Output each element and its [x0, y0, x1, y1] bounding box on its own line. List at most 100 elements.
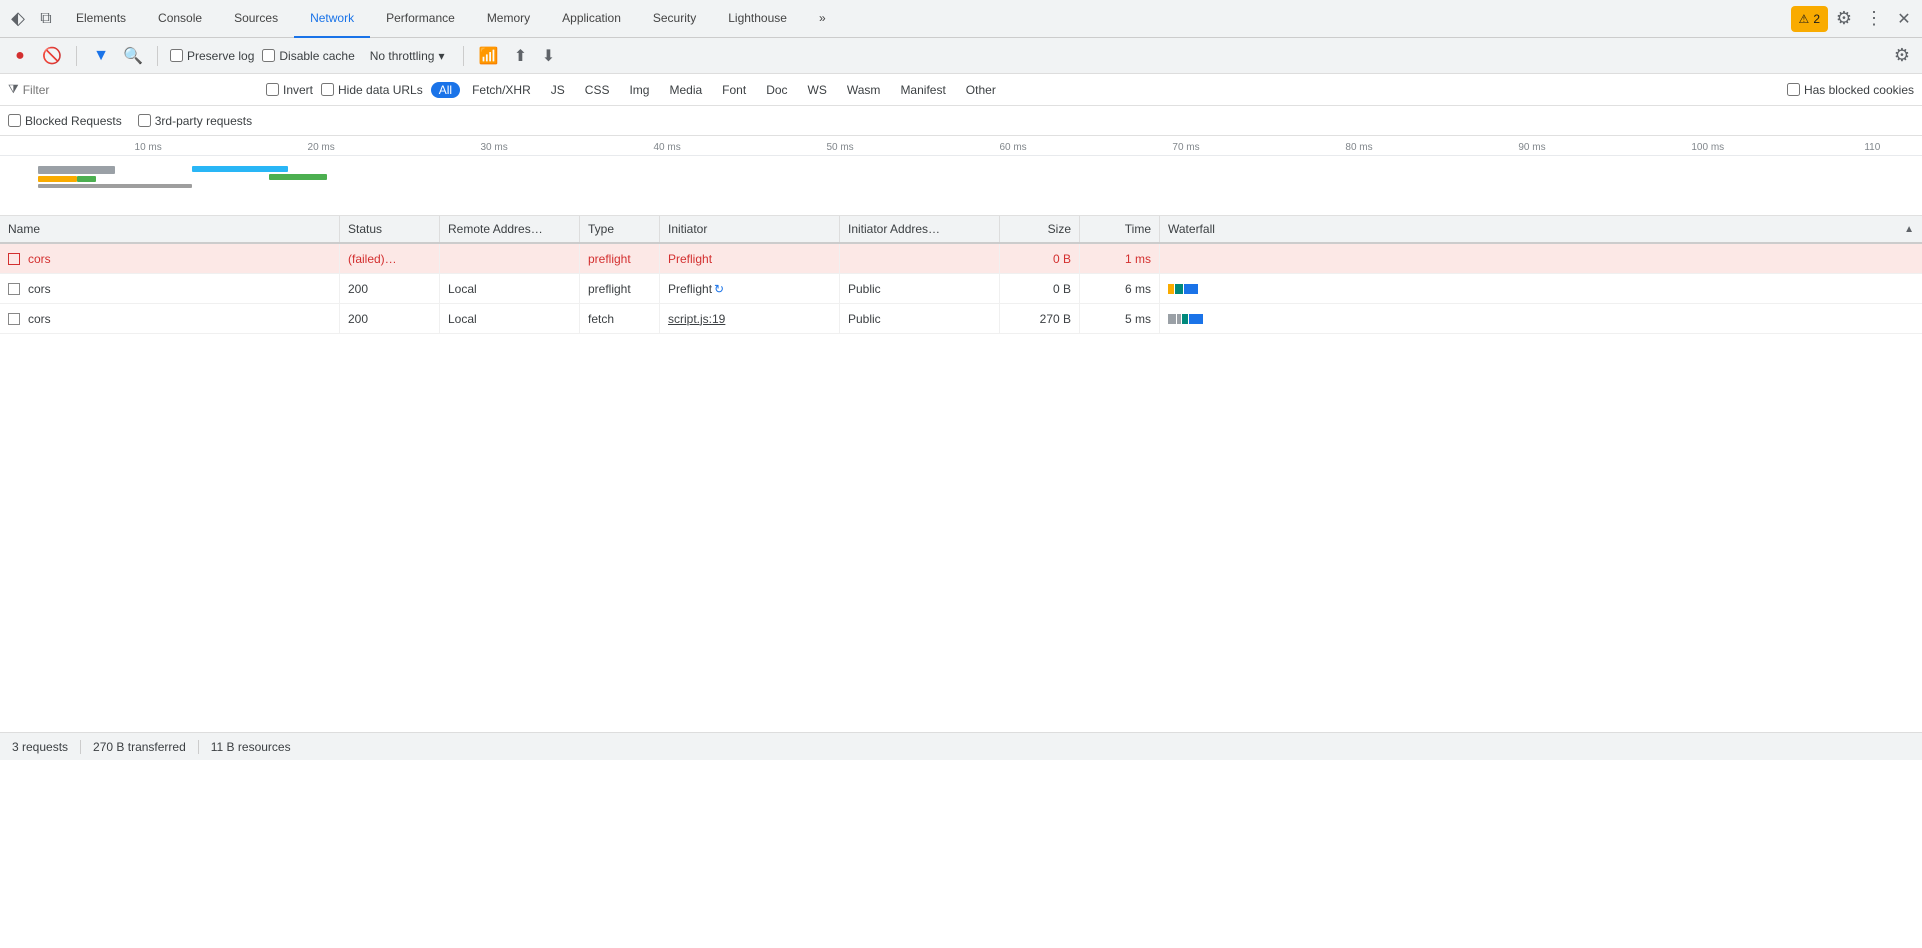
- upload-icon[interactable]: ⬆: [508, 44, 532, 68]
- filter-tag-css[interactable]: CSS: [577, 82, 618, 98]
- cell-initaddr-2: Public: [840, 274, 1000, 303]
- filter-tag-doc[interactable]: Doc: [758, 82, 795, 98]
- upload-download-group: ⬆ ⬇: [508, 44, 560, 68]
- col-header-time[interactable]: Time: [1080, 216, 1160, 242]
- has-blocked-label: Has blocked cookies: [1804, 83, 1914, 97]
- filter-tag-media[interactable]: Media: [661, 82, 710, 98]
- col-header-type[interactable]: Type: [580, 216, 660, 242]
- preserve-log-checkbox[interactable]: Preserve log: [170, 49, 254, 63]
- preserve-log-input[interactable]: [170, 49, 183, 62]
- invert-input[interactable]: [266, 83, 279, 96]
- has-blocked-checkbox[interactable]: Has blocked cookies: [1787, 83, 1914, 97]
- col-header-initiator-addr[interactable]: Initiator Addres…: [840, 216, 1000, 242]
- clear-button[interactable]: 🚫: [40, 44, 64, 68]
- wifi-icon[interactable]: 📶: [476, 44, 500, 68]
- tab-sources[interactable]: Sources: [218, 0, 294, 38]
- tick-70ms: 70 ms: [1172, 142, 1199, 153]
- third-party-input[interactable]: [138, 114, 151, 127]
- table-row[interactable]: cors 200 Local preflight Preflight ↻ Pub…: [0, 274, 1922, 304]
- filter-tag-manifest[interactable]: Manifest: [892, 82, 953, 98]
- invert-checkbox[interactable]: Invert: [266, 83, 313, 97]
- wf-bar: [1182, 314, 1188, 324]
- tick-110: 110: [1864, 142, 1880, 153]
- filter-tag-js[interactable]: JS: [543, 82, 573, 98]
- cell-waterfall-3: [1160, 304, 1922, 333]
- close-icon[interactable]: ✕: [1890, 5, 1918, 33]
- filter-tag-font[interactable]: Font: [714, 82, 754, 98]
- filter-tag-img[interactable]: Img: [621, 82, 657, 98]
- cell-remote-1: [440, 244, 580, 273]
- throttle-arrow-icon: ▾: [438, 49, 444, 63]
- row-name-error: cors: [28, 252, 51, 266]
- filter-tag-other[interactable]: Other: [958, 82, 1004, 98]
- device-icon[interactable]: ⧉: [32, 5, 60, 33]
- table-row[interactable]: cors (failed)… preflight Preflight 0 B 1…: [0, 244, 1922, 274]
- tab-performance[interactable]: Performance: [370, 0, 471, 38]
- record-button[interactable]: ●: [8, 44, 32, 68]
- third-party-checkbox[interactable]: 3rd-party requests: [138, 114, 252, 128]
- tab-lighthouse[interactable]: Lighthouse: [712, 0, 803, 38]
- cell-initiator-3: script.js:19: [660, 304, 840, 333]
- initiator-link[interactable]: script.js:19: [668, 312, 725, 326]
- cell-type-1: preflight: [580, 244, 660, 273]
- hide-data-label: Hide data URLs: [338, 83, 423, 97]
- col-header-size[interactable]: Size: [1000, 216, 1080, 242]
- settings-gear-icon[interactable]: ⚙: [1890, 44, 1914, 68]
- row-checkbox-icon: [8, 283, 20, 295]
- timeline-ruler: 10 ms 20 ms 30 ms 40 ms 50 ms 60 ms 70 m…: [0, 136, 1922, 156]
- filter-tag-fetch-xhr[interactable]: Fetch/XHR: [464, 82, 539, 98]
- third-party-label: 3rd-party requests: [155, 114, 252, 128]
- col-header-initiator[interactable]: Initiator: [660, 216, 840, 242]
- hide-data-input[interactable]: [321, 83, 334, 96]
- timeline-chart: [0, 156, 1922, 216]
- filter-input[interactable]: [23, 83, 223, 97]
- blocked-requests-input[interactable]: [8, 114, 21, 127]
- table-row[interactable]: cors 200 Local fetch script.js:19 Public…: [0, 304, 1922, 334]
- blocked-requests-checkbox[interactable]: Blocked Requests: [8, 114, 122, 128]
- cursor-icon[interactable]: ⬖: [4, 5, 32, 33]
- tab-security[interactable]: Security: [637, 0, 712, 38]
- cell-status-1: (failed)…: [340, 244, 440, 273]
- cell-initaddr-3: Public: [840, 304, 1000, 333]
- issues-badge[interactable]: ⚠ 2: [1791, 6, 1828, 32]
- tick-90ms: 90 ms: [1518, 142, 1545, 153]
- tab-overflow[interactable]: »: [803, 0, 842, 38]
- hide-data-checkbox[interactable]: Hide data URLs: [321, 83, 423, 97]
- wf-bar: [1177, 314, 1181, 324]
- col-header-waterfall[interactable]: Waterfall ▲: [1160, 216, 1922, 242]
- tick-30ms: 30 ms: [481, 142, 508, 153]
- has-blocked-input[interactable]: [1787, 83, 1800, 96]
- tick-10ms: 10 ms: [135, 142, 162, 153]
- tab-bar: ⬖ ⧉ Elements Console Sources Network Per…: [0, 0, 1922, 38]
- disable-cache-checkbox[interactable]: Disable cache: [262, 49, 354, 63]
- tab-network[interactable]: Network: [294, 0, 370, 38]
- devtools-toolbar: ● 🚫 ▼ 🔍 Preserve log Disable cache No th…: [0, 38, 1922, 74]
- tab-elements[interactable]: Elements: [60, 0, 142, 38]
- filter-tag-all[interactable]: All: [431, 82, 460, 98]
- filter-tags: All Fetch/XHR JS CSS Img Media Font Doc …: [431, 82, 1004, 98]
- cell-type-2: preflight: [580, 274, 660, 303]
- tab-application[interactable]: Application: [546, 0, 637, 38]
- more-icon[interactable]: ⋮: [1860, 5, 1888, 33]
- filter-tag-ws[interactable]: WS: [800, 82, 835, 98]
- download-icon[interactable]: ⬇: [536, 44, 560, 68]
- col-header-status[interactable]: Status: [340, 216, 440, 242]
- cell-time-1: 1 ms: [1080, 244, 1160, 273]
- throttle-dropdown[interactable]: No throttling ▾: [363, 46, 452, 66]
- settings-icon[interactable]: ⚙: [1830, 5, 1858, 33]
- filter-icon[interactable]: ▼: [89, 44, 113, 68]
- disable-cache-input[interactable]: [262, 49, 275, 62]
- tab-console[interactable]: Console: [142, 0, 218, 38]
- filter-tag-wasm[interactable]: Wasm: [839, 82, 889, 98]
- row-name-3: cors: [28, 312, 51, 326]
- sort-arrow-icon: ▲: [1904, 224, 1914, 235]
- cell-name-2: cors: [0, 274, 340, 303]
- tab-memory[interactable]: Memory: [471, 0, 546, 38]
- cell-remote-3: Local: [440, 304, 580, 333]
- tab-bar-actions: ⚠ 2 ⚙ ⋮ ✕: [1791, 5, 1918, 33]
- search-icon[interactable]: 🔍: [121, 44, 145, 68]
- col-header-name[interactable]: Name: [0, 216, 340, 242]
- timeline-container: 10 ms 20 ms 30 ms 40 ms 50 ms 60 ms 70 m…: [0, 136, 1922, 216]
- col-header-remote[interactable]: Remote Addres…: [440, 216, 580, 242]
- waterfall-bars-2: [1168, 284, 1198, 294]
